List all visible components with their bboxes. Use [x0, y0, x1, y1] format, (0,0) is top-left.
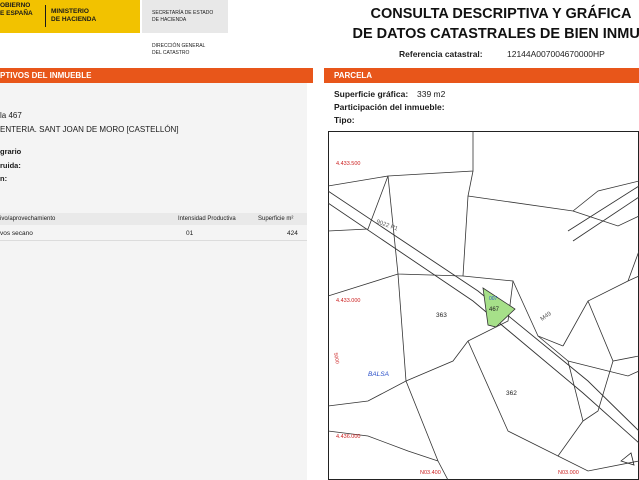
- participacion-label: Participación del inmueble:: [334, 102, 445, 112]
- secretaria-line1: SECRETARÍA DE ESTADO: [152, 10, 214, 16]
- coord-bottom-label: 4.436.000: [336, 434, 360, 440]
- superficie-grafica-label: Superficie gráfica:: [334, 89, 409, 99]
- tipo-label: Tipo:: [334, 115, 355, 125]
- direccion-line1: DIRECCIÓN GENERAL: [152, 43, 206, 49]
- location-line2: ENTERIA. SANT JOAN DE MORO [CASTELLÓN]: [0, 125, 179, 134]
- cadastral-map-svg: 4.433.500 4.433.000 4.436.000 9022 P1 M4…: [328, 131, 639, 480]
- superficie-grafica-value: 339 m2: [417, 89, 446, 99]
- th-cultivo: ivo/aprovechamiento: [0, 216, 56, 222]
- coord-top-label: 4.433.500: [336, 161, 360, 167]
- th-superficie: Superficie m²: [258, 216, 294, 222]
- parcel-467-label: 467: [489, 307, 500, 313]
- ministry-text: MINISTERIO DE HACIENDA: [51, 8, 131, 24]
- parcel-362-label: 362: [506, 390, 517, 397]
- td-cultivo: vos secano: [0, 230, 33, 237]
- section-bar-parcela: PARCELA: [324, 68, 639, 83]
- ref-catastral-value: 12144A007004670000HP: [507, 49, 605, 59]
- coord-mid-label: 4.433.000: [336, 298, 360, 304]
- inmueble-panel: [0, 83, 307, 480]
- bottom-right-coord-label: N03.000: [558, 470, 579, 476]
- uso-label: ruida:: [0, 161, 21, 170]
- title-line1: CONSULTA DESCRIPTIVA Y GRÁFICA: [370, 6, 632, 22]
- table-row-divider: [0, 240, 307, 241]
- gobierno-line1: OBIERNO: [0, 2, 31, 9]
- secretaria-text: SECRETARÍA DE ESTADO DE HACIENDA: [152, 10, 228, 24]
- logo-divider: [45, 5, 46, 27]
- gobierno-line2: E ESPAÑA: [0, 10, 33, 17]
- cadastral-map[interactable]: 4.433.500 4.433.000 4.436.000 9022 P1 M4…: [328, 131, 639, 480]
- parcel-363-label: 363: [436, 312, 447, 319]
- section-bar-inmueble: PTIVOS DEL INMUEBLE: [0, 68, 313, 83]
- td-intensidad: 01: [186, 230, 194, 237]
- bottom-left-coord-label: N03.400: [420, 470, 441, 476]
- location-line1: la 467: [0, 111, 22, 120]
- td-superficie: 424: [287, 230, 298, 237]
- ministry-line2: DE HACIENDA: [51, 16, 97, 23]
- ref-catastral-label: Referencia catastral:: [399, 49, 483, 59]
- document-title: CONSULTA DESCRIPTIVA Y GRÁFICA DE DATOS …: [336, 4, 639, 44]
- ministry-line1: MINISTERIO: [51, 8, 89, 15]
- secretaria-line2: DE HACIENDA: [152, 17, 187, 23]
- title-line2: DE DATOS CATASTRALES DE BIEN INMUE: [352, 26, 639, 42]
- map-frame: [328, 131, 639, 480]
- parcel-007-label: 007: [489, 296, 498, 302]
- direccion-text: DIRECCIÓN GENERAL DEL CATASTRO: [152, 43, 228, 57]
- construccion-label: n:: [0, 174, 8, 183]
- clase-label: grario: [0, 147, 22, 156]
- direccion-line2: DEL CATASTRO: [152, 50, 190, 56]
- gobierno-text: OBIERNO E ESPAÑA: [0, 2, 44, 18]
- balsa-label: BALSA: [368, 371, 389, 378]
- th-intensidad: Intensidad Productiva: [178, 216, 236, 222]
